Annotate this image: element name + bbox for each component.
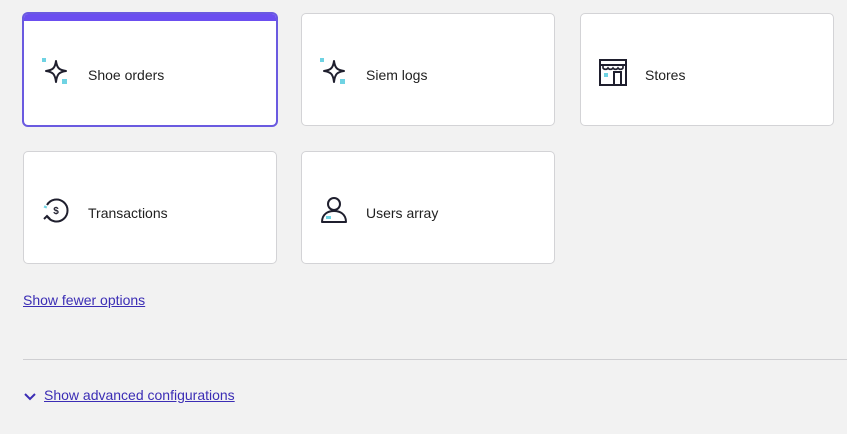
sparkle-icon: [41, 57, 71, 87]
card-label: Transactions: [88, 205, 168, 221]
section-divider: [23, 359, 847, 360]
users-icon: [319, 195, 349, 225]
currency-refresh-icon: $: [41, 195, 71, 225]
chevron-down-icon[interactable]: [23, 389, 37, 403]
show-fewer-options-link[interactable]: Show fewer options: [23, 292, 145, 308]
sparkle-icon: [319, 57, 349, 87]
store-icon: [598, 57, 628, 87]
card-label: Users array: [366, 205, 439, 221]
card-label: Stores: [645, 67, 686, 83]
card-label: Shoe orders: [88, 67, 165, 83]
sample-data-card-stores[interactable]: Stores: [580, 13, 834, 126]
sample-data-card-users-array[interactable]: Users array: [301, 151, 555, 264]
svg-text:$: $: [53, 206, 59, 217]
sample-data-card-shoe-orders[interactable]: Shoe orders: [23, 13, 277, 126]
sample-data-card-siem-logs[interactable]: Siem logs: [301, 13, 555, 126]
selected-indicator-bar: [24, 14, 276, 21]
card-label: Siem logs: [366, 67, 428, 83]
sample-data-card-transactions[interactable]: $ Transactions: [23, 151, 277, 264]
show-advanced-configurations-link[interactable]: Show advanced configurations: [44, 387, 235, 403]
